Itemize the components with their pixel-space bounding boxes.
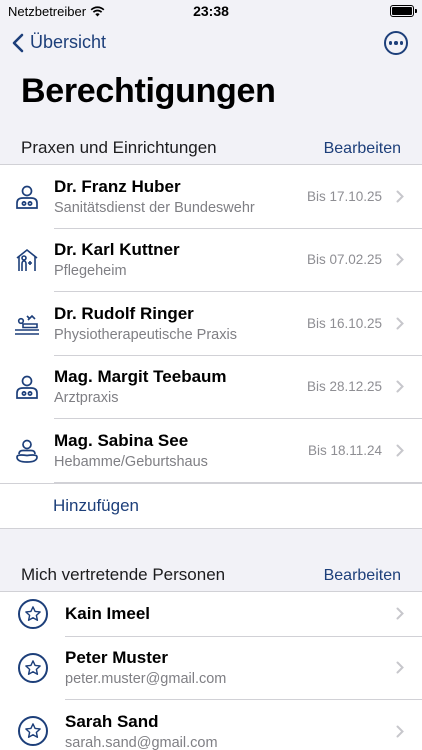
- practice-type: Arztpraxis: [54, 390, 119, 407]
- representative-email: sarah.sand@gmail.com: [65, 734, 218, 750]
- add-practice-button[interactable]: Hinzufügen: [0, 482, 422, 528]
- practice-type: Physiotherapeutische Praxis: [54, 326, 237, 343]
- practice-name: Dr. Karl Kuttner: [54, 240, 180, 260]
- representatives-list: Kain Imeel Peter Muster peter.muster@gma…: [0, 590, 422, 750]
- chevron-right-icon: [396, 253, 404, 266]
- midwife-icon: [0, 438, 54, 464]
- edit-representatives-button[interactable]: Bearbeiten: [324, 567, 401, 585]
- practice-name: Mag. Sabina See: [54, 430, 189, 450]
- doctor-icon: [0, 184, 54, 210]
- clock: 23:38: [193, 3, 229, 19]
- practice-name: Dr. Franz Huber: [54, 176, 181, 196]
- practices-list: Dr. Franz Huber Sanitätsdienst der Bunde…: [0, 164, 422, 529]
- more-options-icon[interactable]: [384, 31, 408, 55]
- doctor-icon: [0, 374, 54, 400]
- status-bar: Netzbetreiber 23:38: [0, 0, 422, 24]
- chevron-left-icon: [12, 33, 24, 52]
- representative-row[interactable]: Sarah Sand sarah.sand@gmail.com: [0, 700, 422, 750]
- section-title: Praxen und Einrichtungen: [21, 138, 217, 157]
- battery-icon: [390, 5, 417, 17]
- practice-row[interactable]: Dr. Karl Kuttner Pflegeheim Bis 07.02.25: [0, 229, 422, 292]
- edit-practices-button[interactable]: Bearbeiten: [324, 140, 401, 158]
- representative-name: Peter Muster: [65, 648, 168, 667]
- back-label: Übersicht: [30, 32, 107, 52]
- star-icon: [17, 653, 48, 683]
- representative-row[interactable]: Kain Imeel: [0, 592, 422, 637]
- chevron-right-icon: [396, 317, 404, 330]
- physiotherapy-icon: [0, 311, 54, 337]
- section-title: Mich vertretende Personen: [21, 564, 226, 584]
- star-icon: [17, 599, 48, 629]
- care-home-icon: [0, 247, 54, 273]
- practice-name: Mag. Margit Teebaum: [54, 367, 227, 387]
- practice-type: Hebamme/Geburtshaus: [54, 453, 208, 470]
- representative-name: Sarah Sand: [65, 711, 159, 731]
- practice-row[interactable]: Dr. Rudolf Ringer Physiotherapeutische P…: [0, 292, 422, 356]
- expiry-date: Bis 07.02.25: [306, 252, 382, 268]
- star-icon: [17, 716, 48, 746]
- expiry-date: Bis 17.10.25: [306, 188, 382, 204]
- practice-row[interactable]: Mag. Sabina See Hebamme/Geburtshaus Bis …: [0, 419, 422, 483]
- chevron-right-icon: [396, 190, 404, 203]
- practice-type: Pflegeheim: [54, 263, 127, 280]
- practice-row[interactable]: Dr. Franz Huber Sanitätsdienst der Bunde…: [0, 165, 422, 229]
- section-header-practices: Praxen und Einrichtungen Bearbeiten: [0, 134, 422, 164]
- chevron-right-icon: [396, 725, 404, 737]
- chevron-right-icon: [396, 661, 404, 674]
- practice-row[interactable]: Mag. Margit Teebaum Arztpraxis Bis 28.12…: [0, 356, 422, 419]
- chevron-right-icon: [396, 607, 404, 620]
- expiry-date: Bis 28.12.25: [306, 379, 382, 395]
- chevron-right-icon: [396, 444, 404, 457]
- section-header-representatives: Mich vertretende Personen Bearbeiten: [0, 561, 422, 591]
- navigation-bar: Übersicht: [0, 24, 422, 62]
- representative-row[interactable]: Peter Muster peter.muster@gmail.com: [0, 637, 422, 700]
- representative-email: peter.muster@gmail.com: [65, 671, 227, 687]
- expiry-date: Bis 16.10.25: [306, 315, 382, 331]
- back-button[interactable]: Übersicht: [12, 32, 106, 53]
- practice-type: Sanitätsdienst der Bundeswehr: [54, 199, 255, 216]
- chevron-right-icon: [396, 380, 404, 393]
- expiry-date: Bis 18.11.24: [307, 442, 382, 458]
- page-title: Berechtigungen: [21, 72, 276, 110]
- representative-name: Kain Imeel: [65, 603, 151, 623]
- practice-name: Dr. Rudolf Ringer: [54, 303, 194, 323]
